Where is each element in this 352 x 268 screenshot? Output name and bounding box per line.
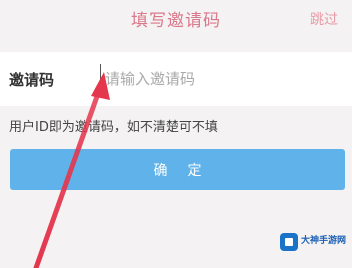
hint-text: 用户ID即为邀请码，如不清楚可不填 (9, 120, 218, 135)
invite-code-input[interactable] (100, 64, 325, 94)
watermark-text: 大神手游网 (301, 236, 347, 247)
app-logo-icon (280, 233, 298, 251)
header: 填写邀请码 跳过 (0, 0, 352, 38)
invite-code-row: 邀请码 (0, 52, 352, 106)
invite-code-label: 邀请码 (9, 71, 55, 89)
watermark: 大神手游网 (280, 230, 348, 254)
confirm-button[interactable]: 确定 (10, 149, 345, 190)
skip-button[interactable]: 跳过 (310, 9, 338, 29)
page-title: 填写邀请码 (131, 11, 221, 31)
